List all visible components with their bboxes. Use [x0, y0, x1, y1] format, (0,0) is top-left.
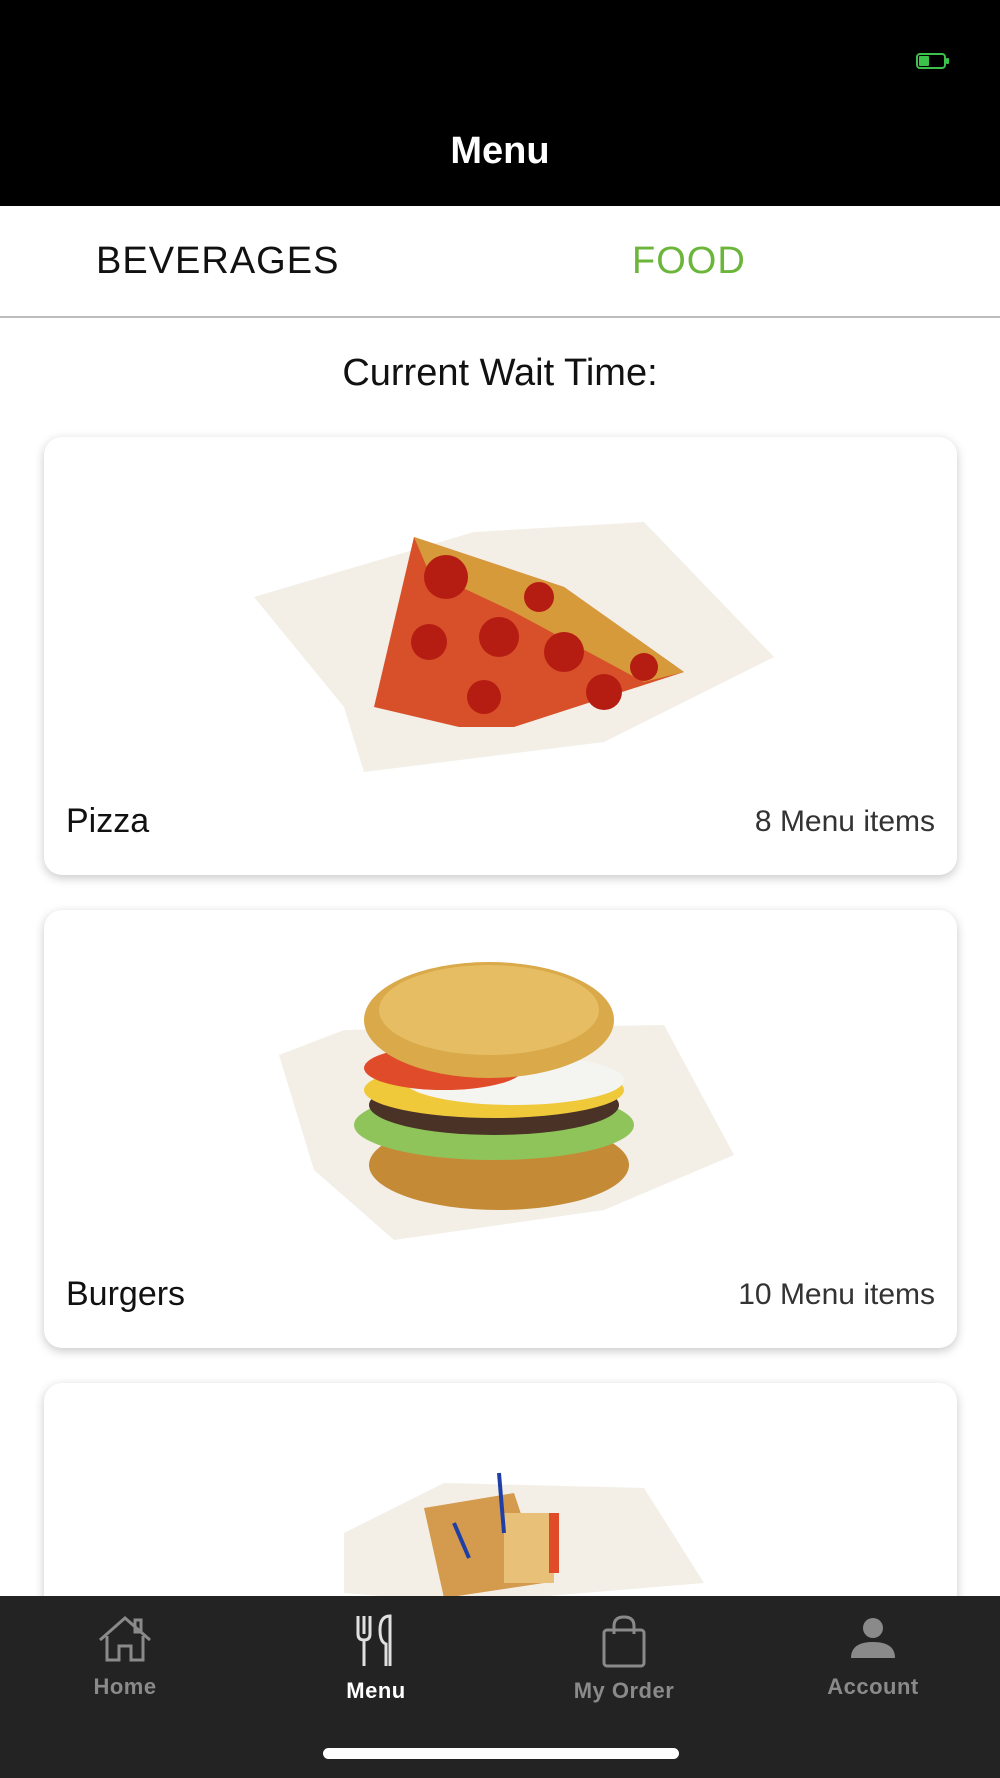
- pizza-slice-image: [254, 522, 774, 772]
- nav-my-order[interactable]: My Order: [544, 1614, 704, 1704]
- burger-image: [279, 962, 734, 1240]
- category-tabs: BEVERAGES FOOD: [0, 206, 1000, 318]
- page-title: Menu: [450, 130, 550, 172]
- nav-label: Account: [827, 1674, 919, 1699]
- category-name: Pizza: [66, 802, 150, 840]
- nav-account[interactable]: Account: [793, 1614, 953, 1700]
- category-card-burgers[interactable]: Burgers 10 Menu items: [44, 910, 957, 1348]
- home-icon: [99, 1616, 151, 1662]
- category-card-pizza[interactable]: Pizza 8 Menu items: [44, 437, 957, 875]
- tab-beverages[interactable]: BEVERAGES: [96, 206, 339, 316]
- person-icon: [851, 1618, 895, 1658]
- nav-home[interactable]: Home: [45, 1614, 205, 1700]
- shopping-bag-icon: [602, 1615, 646, 1668]
- battery-charging-icon: [916, 53, 949, 69]
- nav-menu[interactable]: Menu: [296, 1614, 456, 1704]
- wait-time-label: Current Wait Time:: [342, 352, 658, 394]
- nav-label: Home: [93, 1674, 157, 1699]
- category-item-count: 8 Menu items: [754, 805, 935, 838]
- nav-label: My Order: [573, 1678, 675, 1703]
- category-item-count: 10 Menu items: [738, 1278, 935, 1311]
- category-name: Burgers: [66, 1275, 186, 1313]
- tab-food[interactable]: FOOD: [632, 206, 746, 316]
- home-indicator[interactable]: [323, 1748, 679, 1759]
- nav-label: Menu: [346, 1678, 406, 1703]
- fork-knife-icon: [356, 1614, 392, 1666]
- top-bar: Menu: [0, 0, 1000, 206]
